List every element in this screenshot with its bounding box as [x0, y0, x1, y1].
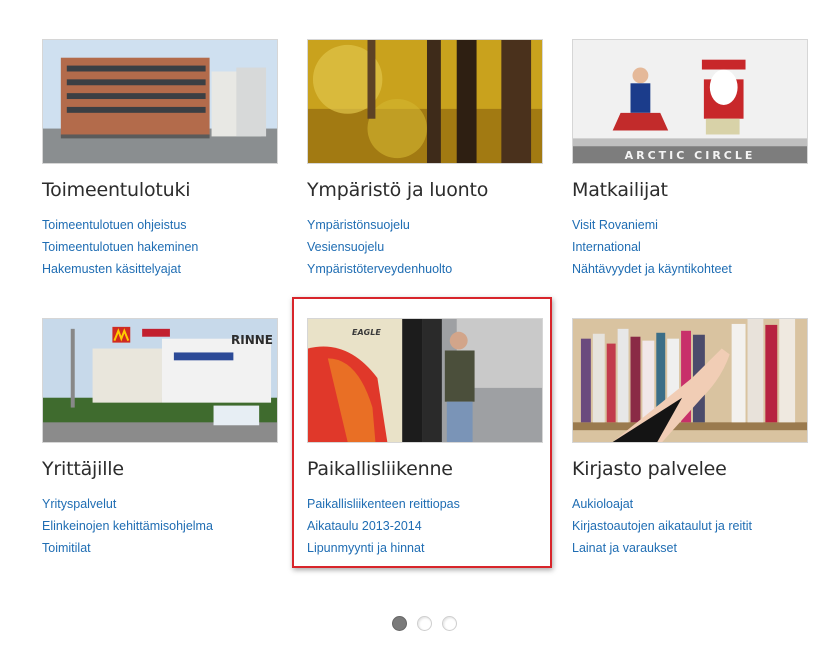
- card-ymparisto: Ympäristö ja luonto Ympäristönsuojelu Ve…: [307, 39, 543, 282]
- office-building-image[interactable]: [42, 39, 278, 164]
- card-kirjasto: Kirjasto palvelee Aukioloajat Kirjastoau…: [572, 318, 808, 561]
- commercial-area-image[interactable]: RINNE: [42, 318, 278, 443]
- link-item[interactable]: Paikallisliikenteen reittiopas: [307, 497, 460, 511]
- card-title[interactable]: Yrittäjille: [42, 457, 278, 481]
- link-item[interactable]: Toimeentulotuen hakeminen: [42, 240, 198, 254]
- card-matkailijat: ARCTIC CIRCLE Matkailijat Visit Rovaniem…: [572, 39, 808, 282]
- link-item[interactable]: Visit Rovaniemi: [572, 218, 658, 232]
- card-paikallisliikenne: EAGLE Paikallisliikenne Paikallisliikent…: [307, 318, 543, 561]
- link-item[interactable]: Ympäristöterveydenhuolto: [307, 262, 452, 276]
- link-item[interactable]: Lainat ja varaukset: [572, 541, 677, 555]
- link-item[interactable]: Toimitilat: [42, 541, 91, 555]
- link-item[interactable]: Lipunmyynti ja hinnat: [307, 541, 424, 555]
- link-item[interactable]: Ympäristönsuojelu: [307, 218, 410, 232]
- image-caption: EAGLE: [352, 328, 381, 337]
- link-item[interactable]: International: [572, 240, 641, 254]
- pager-dot-2[interactable]: [417, 616, 432, 631]
- arctic-circle-image[interactable]: ARCTIC CIRCLE: [572, 39, 808, 164]
- link-item[interactable]: Aukioloajat: [572, 497, 633, 511]
- card-title[interactable]: Toimeentulotuki: [42, 178, 278, 202]
- card-title[interactable]: Paikallisliikenne: [307, 457, 543, 481]
- image-caption: ARCTIC CIRCLE: [624, 149, 756, 162]
- link-item[interactable]: Kirjastoautojen aikataulut ja reitit: [572, 519, 752, 533]
- link-item[interactable]: Hakemusten käsittelyajat: [42, 262, 181, 276]
- card-title[interactable]: Matkailijat: [572, 178, 808, 202]
- link-item[interactable]: Nähtävyydet ja käyntikohteet: [572, 262, 732, 276]
- link-item[interactable]: Vesiensuojelu: [307, 240, 384, 254]
- link-item[interactable]: Toimeentulotuen ohjeistus: [42, 218, 187, 232]
- pager-dot-1[interactable]: [392, 616, 407, 631]
- pager-dot-3[interactable]: [442, 616, 457, 631]
- carousel-pager: [392, 616, 457, 631]
- card-yrittajille: RINNE Yrittäjille Yrityspalvelut Elinkei…: [42, 318, 278, 561]
- card-title[interactable]: Ympäristö ja luonto: [307, 178, 543, 202]
- link-item[interactable]: Yrityspalvelut: [42, 497, 116, 511]
- bus-passenger-image[interactable]: EAGLE: [307, 318, 543, 443]
- image-caption: RINNE: [231, 333, 273, 347]
- card-title[interactable]: Kirjasto palvelee: [572, 457, 808, 481]
- library-bookshelf-image[interactable]: [572, 318, 808, 443]
- autumn-forest-image[interactable]: [307, 39, 543, 164]
- link-item[interactable]: Elinkeinojen kehittämisohjelma: [42, 519, 213, 533]
- card-toimeentulotuki: Toimeentulotuki Toimeentulotuen ohjeistu…: [42, 39, 278, 282]
- link-item[interactable]: Aikataulu 2013-2014: [307, 519, 422, 533]
